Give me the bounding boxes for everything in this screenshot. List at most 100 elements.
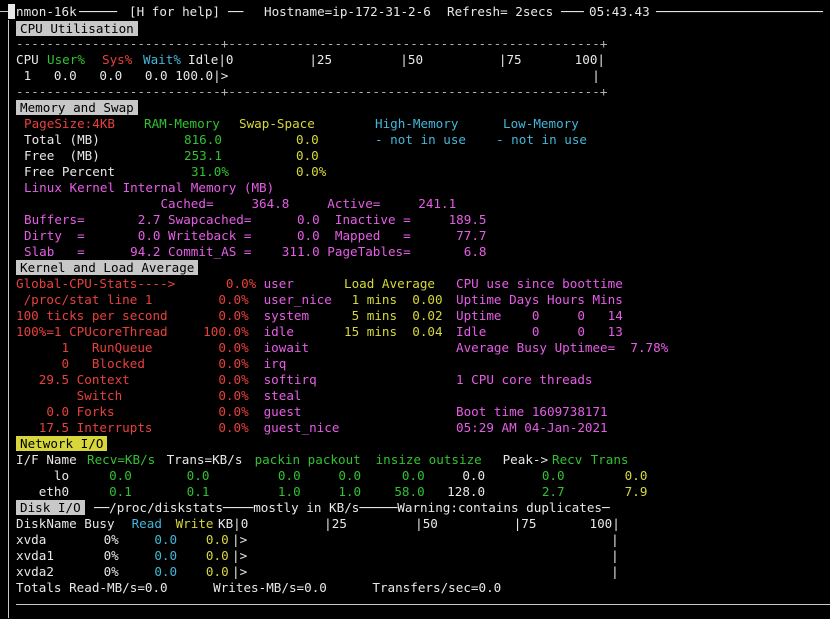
free-swap: 0.0 [296,148,319,163]
kernel-memory-line-text: Buffers= 2.7 Swapcached= 0.0 Inactive = … [24,212,487,227]
uptime-info: 1 CPU core threads [456,372,593,387]
load-average: Load Average [344,276,435,291]
kernel-stat-label: /proc/stat line 1 [16,292,183,307]
kernel-stat-label: 17.5 Interrupts [16,420,183,435]
kernel-stat-name: guest_nice [256,420,340,435]
high-memory-label: High-Memory [375,116,459,131]
kernel-section-title: Kernel and Load Average [16,260,199,275]
iface-packout: 0.0 [308,468,362,483]
kernel-stat-label: 100 ticks per second [16,308,183,323]
iface-peak-trans: 7.9 [564,484,648,499]
iface-peak-trans: 0.0 [564,468,648,483]
kernel-memory-title: Linux Kernel Internal Memory (MB) [24,180,274,196]
iface-recv: 0.1 [56,484,132,499]
uptime-info: CPU use since boottime [456,276,623,291]
cpu-col-sys: Sys% [102,52,133,67]
memory-section-title: Memory and Swap [16,100,138,115]
kernel-memory-line-text: Cached= 364.8 Active= 241.1 [24,196,457,211]
kernel-stat-label: 100%=1 CPUcoreThread [16,324,183,339]
top-dash-2: ── [228,4,244,19]
load-average [344,404,443,420]
disk-write: 0.0 [168,548,229,563]
iface-packin: 0.0 [240,468,301,483]
top-dash-4: ────────────────────── [656,4,823,19]
terminal-cursor [8,4,15,19]
net-col-insize: insize outsize [368,452,482,467]
uptime-info: 05:29 AM 04-Jan-2021 [456,420,608,435]
load-average [344,388,443,404]
help-hint[interactable]: [H for help] [129,4,220,20]
load-average [344,340,443,356]
disk-col-scale: KB|0 |25 |50 |75 100| [218,516,620,531]
kernel-stat-label: Global-CPU-Stats----> [16,276,176,291]
clock: 05:43.43 [589,4,650,19]
kernel-stat-pct: 0.0% [188,340,249,355]
ram-label: RAM-Memory [144,116,220,131]
app-name: nmon-16k [16,4,77,19]
disk-totals-text: Totals Read-MB/s=0.0 Writes-MB/s=0.0 Tra… [16,580,502,595]
cpu-dash-top-text: ---------------------------+------------… [16,36,608,51]
kernel-stat-label: 29.5 Context [16,372,183,387]
disk-busy-bar: |> | [232,564,619,579]
iface-insize: 58.0 [364,484,425,499]
disk-write: 0.0 [168,532,229,547]
kernel-stat-pct: 0.0% [188,372,249,387]
net-col-trans: Trans=KB/s [159,452,243,467]
load-average: 5 mins 0.02 [344,308,443,323]
memory-free-row: Free (MB) 253.1 0.0 [24,148,319,164]
cpu-col-wait: Wait% [143,52,181,67]
net-col-peak-trans: Trans [583,452,629,467]
kernel-stat-name: iowait [256,340,340,355]
iface-peak-recv: 0.0 [466,468,565,483]
cpu-section-title: CPU Utilisation [16,21,138,36]
disk-col-name-busy: DiskName Busy [16,516,123,531]
iface-peak-recv: 2.7 [466,484,565,499]
kernel-stat-pct: 0.0% [188,404,249,419]
iface-packin: 1.0 [240,484,301,499]
net-col-ifname: I/F Name [16,452,85,467]
disk-name: xvda1 [16,548,92,563]
iface-insize: 0.0 [364,468,425,483]
cpu-col-cpu: CPU [16,52,39,67]
cpu-row: 1 0.0 0.0 0.0 100.0|> | [16,68,600,84]
top-bar: nmon-16k ───── [H for help] ── Hostname=… [16,4,823,20]
kernel-stat-label: 0.0 Forks [16,404,183,419]
refresh-rate: Refresh= 2secs [447,4,554,19]
top-dash-1: ───── [79,4,117,19]
low-memory-label: Low-Memory [503,116,579,131]
disk-busy-bar: |> | [232,548,619,563]
kernel-stat-name: user [256,276,340,291]
kernel-memory-title-text: Linux Kernel Internal Memory (MB) [24,180,275,195]
disk-write: 0.0 [168,564,229,579]
total-label: Total (MB) [24,132,100,147]
memory-freepct-row: Free Percent 31.0% 0.0% [24,164,326,180]
kernel-stat-name: system [256,308,340,323]
net-col-peak-recv: Recv [552,452,583,467]
iface-recv: 0.0 [56,468,132,483]
total-swap: 0.0 [296,132,319,147]
top-left-rule [0,11,8,12]
kernel-stat-pct: 0.0% [188,356,249,371]
cpu-row-text: 1 0.0 0.0 0.0 100.0|> | [16,68,600,83]
hostname: Hostname=ip-172-31-2-6 [264,4,431,19]
load-average: 15 mins 0.04 [344,324,443,339]
load-average [344,356,443,372]
kernel-stat-name: user_nice [256,292,340,307]
disk-name: xvda [16,532,92,547]
network-header: I/F Name Recv=KB/s Trans=KB/s packin pac… [16,452,629,468]
bottom-rule [16,604,830,605]
total-ram: 816.0 [184,132,222,147]
iface-packout: 1.0 [308,484,362,499]
kernel-stat-pct: 0.0% [188,276,257,291]
kernel-stat-label: Switch [16,388,183,403]
disk-busy-bar: |> | [232,532,619,547]
cpu-dash-bottom-text: ---------------------------+------------… [16,84,608,99]
top-dash-3: ─── [561,4,584,19]
kernel-stat-name: guest [256,404,340,419]
disk-section-title: Disk I/O [16,500,85,515]
memory-total-row: Total (MB) 816.0 0.0 - not in use - not … [24,132,587,148]
uptime-info: Uptime 0 0 14 [456,308,623,323]
network-section-title: Network I/O [16,436,108,451]
cpu-col-user: User% [47,52,85,67]
kernel-stat-name: softirq [256,372,340,387]
